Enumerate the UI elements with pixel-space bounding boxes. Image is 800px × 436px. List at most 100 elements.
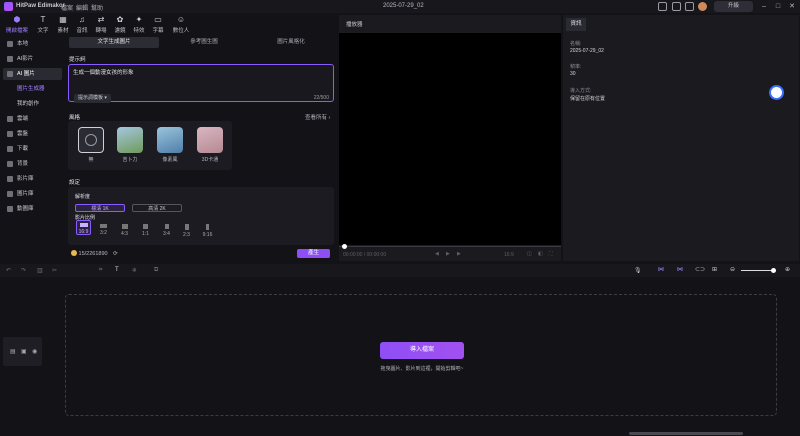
- sidebar-item-cloud-drive[interactable]: 雲盤: [3, 128, 62, 140]
- split-icon[interactable]: ✂: [52, 267, 57, 274]
- sidebar-item-my-creations[interactable]: 我的創作: [3, 98, 62, 110]
- tab-image-to-image[interactable]: 參考圖生圖: [159, 37, 249, 48]
- tool-subtitle[interactable]: ▭ 字幕: [146, 13, 170, 36]
- fit-timeline-icon[interactable]: ⊞: [712, 266, 717, 273]
- zoom-out-icon[interactable]: ⊖: [730, 266, 735, 273]
- screenshot-icon[interactable]: ⧉: [154, 267, 158, 274]
- notification-icon[interactable]: [685, 2, 694, 11]
- sidebar-item-background[interactable]: 背景: [3, 158, 62, 170]
- prompt-template-button[interactable]: 提示詞模板 ▾: [74, 94, 111, 103]
- minimize-icon[interactable]: –: [758, 1, 770, 12]
- undo-icon[interactable]: ↶: [6, 267, 11, 274]
- prompt-textarea[interactable]: 生成一個動漫女孩的形象 提示詞模板 ▾ 22/500: [68, 64, 334, 103]
- ratio-1-1-option[interactable]: 1:1: [138, 222, 153, 237]
- sidebar-item-ai-video[interactable]: AI影片: [3, 53, 62, 65]
- chevron-down-icon: ▾: [104, 95, 107, 101]
- cloud-icon: [7, 116, 13, 122]
- style-pixel-option[interactable]: [157, 127, 183, 153]
- volume-icon[interactable]: ◧: [538, 251, 543, 257]
- next-frame-icon[interactable]: ▶: [457, 251, 461, 257]
- tool-open-file[interactable]: ⬢ 開啟檔案: [4, 13, 30, 36]
- aspect-ratio-select[interactable]: 16:9: [504, 252, 514, 258]
- timeline-drop-zone[interactable]: 導入檔案 拖曳圖片、影片到這裡，開始剪輯吧~: [65, 294, 777, 416]
- maximize-icon[interactable]: □: [772, 1, 784, 12]
- avatar[interactable]: [698, 2, 707, 11]
- tab-info[interactable]: 資訊: [566, 18, 586, 31]
- crop-icon[interactable]: ⌗: [99, 267, 102, 274]
- sidebar-item-local[interactable]: 本地: [3, 38, 62, 50]
- lock-icon[interactable]: ▣: [21, 348, 27, 355]
- drop-hint: 拖曳圖片、影片到這裡，開始剪輯吧~: [380, 366, 464, 372]
- tab-image-stylize[interactable]: 圖片風格化: [246, 37, 336, 48]
- import-file-button[interactable]: 導入檔案: [380, 342, 464, 359]
- sidebar-item-gif-library[interactable]: 動圖庫: [3, 203, 62, 215]
- image-library-icon: [7, 191, 13, 197]
- cloud-drive-icon: [7, 131, 13, 137]
- ratio-3-4-option[interactable]: 3:4: [159, 222, 174, 237]
- subtitle-icon: ▭: [154, 15, 162, 24]
- refresh-icon[interactable]: ⟳: [113, 251, 118, 257]
- style-none-label: 無: [88, 157, 94, 163]
- style-3d-cartoon-option[interactable]: [197, 127, 223, 153]
- close-icon[interactable]: ✕: [786, 1, 798, 12]
- ratio-3-4-icon: [164, 224, 169, 229]
- freeze-icon[interactable]: ❄: [132, 267, 137, 274]
- text-tool-icon[interactable]: T: [115, 267, 119, 273]
- info-fps-value: 30: [570, 71, 576, 77]
- gif-library-icon: [7, 206, 13, 212]
- menu-help[interactable]: 幫助: [91, 3, 103, 12]
- sidebar-item-ai-image[interactable]: AI 圖片: [3, 68, 62, 80]
- style-ghibli-option[interactable]: [117, 127, 143, 153]
- play-icon[interactable]: ▶: [446, 251, 450, 257]
- resolution-1k-option[interactable]: 標清 1K: [75, 204, 125, 212]
- redo-icon[interactable]: ↷: [21, 267, 26, 274]
- zoom-slider-handle[interactable]: [771, 268, 776, 273]
- visibility-icon[interactable]: ◉: [32, 348, 37, 355]
- playhead-handle[interactable]: [342, 244, 347, 249]
- ratio-1-1-icon: [143, 224, 148, 229]
- download-icon: [7, 146, 13, 152]
- resolution-label: 解析度: [75, 194, 91, 200]
- zoom-in-icon[interactable]: ⊕: [785, 266, 790, 273]
- gift-icon[interactable]: [658, 2, 667, 11]
- snapshot-icon[interactable]: ◫: [527, 251, 532, 257]
- resolution-2k-option[interactable]: 高清 2K: [132, 204, 182, 212]
- assistant-float-button[interactable]: [769, 85, 784, 100]
- horizontal-scrollbar[interactable]: [629, 432, 743, 435]
- preview-screen: [339, 33, 561, 245]
- delete-icon[interactable]: ▥: [37, 267, 43, 274]
- menu-file[interactable]: 檔案: [61, 3, 73, 12]
- menu-edit[interactable]: 編輯: [76, 3, 88, 12]
- fullscreen-icon[interactable]: ⛶: [549, 251, 553, 257]
- ratio-16-9-option[interactable]: 16:9: [76, 220, 91, 235]
- app-logo: [4, 2, 13, 11]
- sidebar-item-video-library[interactable]: 影片庫: [3, 173, 62, 185]
- message-icon[interactable]: [672, 2, 681, 11]
- sidebar-item-download[interactable]: 下載: [3, 143, 62, 155]
- chain-icon[interactable]: ⊂⊃: [695, 266, 705, 273]
- progress-track[interactable]: [339, 246, 561, 247]
- folder-icon: [7, 41, 13, 47]
- generate-button[interactable]: 產生: [297, 249, 330, 258]
- magnet-icon[interactable]: ⋈: [658, 266, 664, 273]
- track-header: ▤ ▣ ◉: [3, 337, 42, 366]
- sidebar-item-cloud[interactable]: 雲端: [3, 113, 62, 125]
- sidebar-item-image-library[interactable]: 圖片庫: [3, 188, 62, 200]
- tab-text-to-image[interactable]: 文字生成圖片: [69, 37, 159, 48]
- tool-digital-human[interactable]: ☺ 數位人: [168, 13, 194, 36]
- ratio-9-16-option[interactable]: 9:16: [200, 222, 215, 238]
- ai-video-icon: [7, 56, 13, 62]
- view-all-link[interactable]: 查看所有 ›: [305, 113, 330, 121]
- ratio-4-3-option[interactable]: 4:3: [117, 222, 132, 237]
- title-bar: HitPaw Edimakor 檔案 編輯 幫助 2025-07-29_02 升…: [0, 0, 800, 13]
- link-icon[interactable]: ⋈: [677, 266, 683, 273]
- ratio-3-2-option[interactable]: 3:2: [96, 222, 111, 236]
- ratio-2-3-option[interactable]: 2:3: [179, 222, 194, 238]
- sidebar-item-image-generator[interactable]: 圖片生成器: [3, 83, 62, 95]
- style-none-option[interactable]: [78, 127, 104, 153]
- zoom-slider[interactable]: [741, 270, 774, 271]
- upgrade-button[interactable]: 升級: [714, 1, 753, 12]
- ratio-16-9-icon: [79, 223, 88, 227]
- prev-frame-icon[interactable]: ◀: [435, 251, 439, 257]
- microphone-icon[interactable]: 🎙: [634, 267, 642, 274]
